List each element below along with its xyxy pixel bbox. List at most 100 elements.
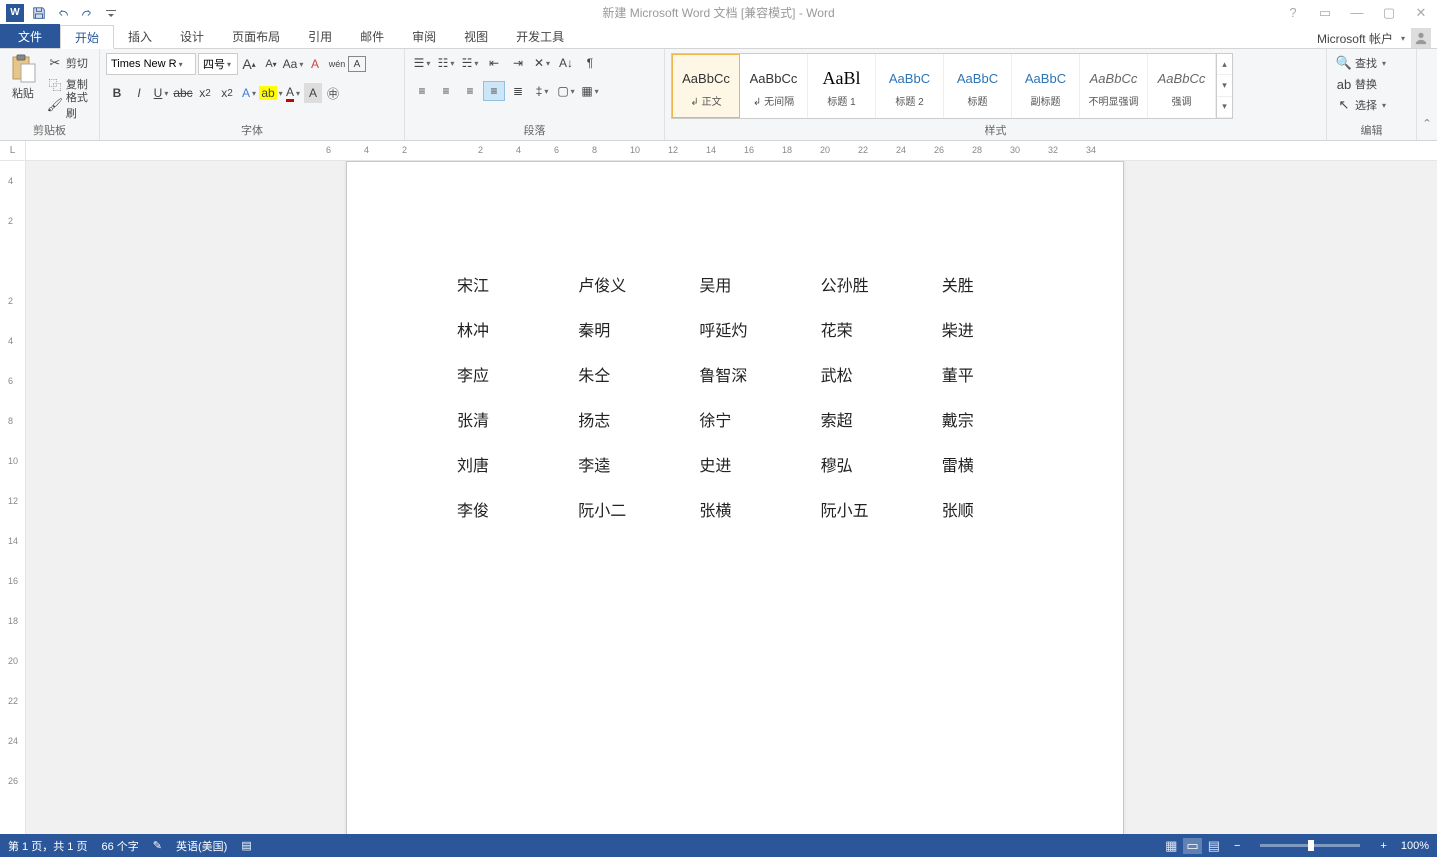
app-icon[interactable]: W (4, 2, 26, 24)
style-scroll-button[interactable]: ▴ (1217, 54, 1232, 75)
save-button[interactable] (28, 2, 50, 24)
ribbon-options-button[interactable]: ▭ (1313, 3, 1337, 23)
document-text[interactable]: 宋江卢俊义吴用公孙胜关胜林冲秦明呼延灼花荣柴进李应朱仝鲁智深武松董平张清扬志徐宁… (457, 272, 1013, 521)
text-cell[interactable]: 阮小二 (578, 497, 649, 521)
select-button[interactable]: ↖选择▾ (1333, 95, 1403, 115)
text-cell[interactable]: 索超 (821, 407, 892, 431)
document-area[interactable]: 宋江卢俊义吴用公孙胜关胜林冲秦明呼延灼花荣柴进李应朱仝鲁智深武松董平张清扬志徐宁… (26, 161, 1437, 834)
account-area[interactable]: Microsoft 帐户 ▾ (1317, 28, 1431, 48)
tab-references[interactable]: 引用 (294, 24, 346, 48)
clear-format-button[interactable]: A (304, 54, 326, 74)
language-indicator[interactable]: 英语(美国) (176, 838, 227, 854)
style-item[interactable]: AaBl标题 1 (808, 54, 876, 118)
zoom-out-button[interactable]: − (1234, 840, 1240, 852)
tab-developer[interactable]: 开发工具 (502, 24, 578, 48)
align-right-button[interactable]: ≡ (459, 81, 481, 101)
style-scroll-button[interactable]: ▾ (1217, 75, 1232, 96)
spellcheck-icon[interactable]: ✎ (153, 839, 162, 852)
tab-layout[interactable]: 页面布局 (218, 24, 294, 48)
print-layout-button[interactable]: ▭ (1183, 838, 1201, 854)
shrink-font-button[interactable]: A▾ (260, 54, 282, 74)
tab-review[interactable]: 审阅 (398, 24, 450, 48)
page[interactable]: 宋江卢俊义吴用公孙胜关胜林冲秦明呼延灼花荣柴进李应朱仝鲁智深武松董平张清扬志徐宁… (346, 161, 1124, 834)
find-button[interactable]: 🔍查找▾ (1333, 53, 1403, 73)
text-cell[interactable]: 宋江 (457, 272, 528, 296)
text-cell[interactable]: 柴进 (942, 317, 1013, 341)
cut-button[interactable]: ✂剪切 (44, 53, 93, 73)
justify-button[interactable]: ≡ (483, 81, 505, 101)
text-cell[interactable]: 戴宗 (942, 407, 1013, 431)
horizontal-ruler[interactable]: 642246810121416182022242628303234 (26, 141, 1437, 160)
text-cell[interactable]: 张顺 (942, 497, 1013, 521)
text-cell[interactable]: 雷横 (942, 452, 1013, 476)
text-cell[interactable]: 张横 (699, 497, 770, 521)
sort-button[interactable]: A↓ (555, 53, 577, 73)
qat-customize[interactable] (100, 2, 122, 24)
text-cell[interactable]: 穆弘 (821, 452, 892, 476)
tab-file[interactable]: 文件 (0, 24, 60, 48)
style-item[interactable]: AaBbCc强调 (1148, 54, 1216, 118)
font-color-button[interactable]: A▾ (282, 83, 304, 103)
bold-button[interactable]: B (106, 83, 128, 103)
text-cell[interactable]: 李逵 (578, 452, 649, 476)
align-center-button[interactable]: ≡ (435, 81, 457, 101)
decrease-indent-button[interactable]: ⇤ (483, 53, 505, 73)
numbering-button[interactable]: ☷▾ (435, 53, 457, 73)
minimize-button[interactable]: — (1345, 3, 1369, 23)
redo-button[interactable] (76, 2, 98, 24)
text-cell[interactable]: 秦明 (578, 317, 649, 341)
page-indicator[interactable]: 第 1 页，共 1 页 (8, 838, 87, 854)
show-marks-button[interactable]: ¶ (579, 53, 601, 73)
enclose-char-button[interactable]: ㊥ (322, 83, 344, 103)
close-button[interactable]: ✕ (1409, 3, 1433, 23)
shading-button[interactable]: ▢▾ (555, 81, 577, 101)
zoom-slider[interactable] (1260, 844, 1360, 847)
font-size-combo[interactable]: 四号▾ (198, 53, 238, 75)
strikethrough-button[interactable]: abc (172, 83, 194, 103)
style-item[interactable]: AaBbC标题 2 (876, 54, 944, 118)
text-cell[interactable]: 林冲 (457, 317, 528, 341)
bullets-button[interactable]: ☰▾ (411, 53, 433, 73)
read-mode-button[interactable]: ▦ (1165, 838, 1177, 854)
text-cell[interactable]: 刘唐 (457, 452, 528, 476)
tab-selector[interactable]: L (0, 141, 26, 160)
grow-font-button[interactable]: A▴ (238, 54, 260, 74)
style-item[interactable]: AaBbCc↲ 正文 (672, 54, 740, 118)
asian-layout-button[interactable]: ✕▾ (531, 53, 553, 73)
text-cell[interactable]: 张清 (457, 407, 528, 431)
vertical-ruler[interactable]: 422468101214161820222426 (0, 161, 26, 834)
italic-button[interactable]: I (128, 83, 150, 103)
text-cell[interactable]: 扬志 (578, 407, 649, 431)
style-scroll-button[interactable]: ▾ (1217, 97, 1232, 118)
text-cell[interactable]: 关胜 (942, 272, 1013, 296)
distribute-button[interactable]: ≣ (507, 81, 529, 101)
line-spacing-button[interactable]: ‡▾ (531, 81, 553, 101)
highlight-button[interactable]: ab▾ (260, 83, 282, 103)
tab-view[interactable]: 视图 (450, 24, 502, 48)
align-left-button[interactable]: ≡ (411, 81, 433, 101)
char-shading-button[interactable]: A (304, 83, 322, 103)
text-cell[interactable]: 花荣 (821, 317, 892, 341)
zoom-in-button[interactable]: + (1380, 840, 1386, 852)
increase-indent-button[interactable]: ⇥ (507, 53, 529, 73)
zoom-level[interactable]: 100% (1401, 840, 1429, 852)
text-cell[interactable]: 徐宁 (699, 407, 770, 431)
web-layout-button[interactable]: ▤ (1208, 838, 1220, 854)
tab-home[interactable]: 开始 (60, 25, 114, 49)
text-cell[interactable]: 呼延灼 (699, 317, 770, 341)
underline-button[interactable]: U▾ (150, 83, 172, 103)
text-cell[interactable]: 董平 (942, 362, 1013, 386)
text-cell[interactable]: 史进 (699, 452, 770, 476)
borders-button[interactable]: ▦▾ (579, 81, 601, 101)
undo-button[interactable] (52, 2, 74, 24)
replace-button[interactable]: ab替换 (1333, 74, 1403, 94)
char-border-button[interactable]: A (348, 56, 366, 72)
style-item[interactable]: AaBbC副标题 (1012, 54, 1080, 118)
text-cell[interactable]: 阮小五 (821, 497, 892, 521)
text-cell[interactable]: 卢俊义 (578, 272, 649, 296)
maximize-button[interactable]: ▢ (1377, 3, 1401, 23)
multilevel-button[interactable]: ☵▾ (459, 53, 481, 73)
text-cell[interactable]: 鲁智深 (699, 362, 770, 386)
format-painter-button[interactable]: 🖌格式刷 (44, 95, 93, 115)
change-case-button[interactable]: Aa▾ (282, 54, 304, 74)
